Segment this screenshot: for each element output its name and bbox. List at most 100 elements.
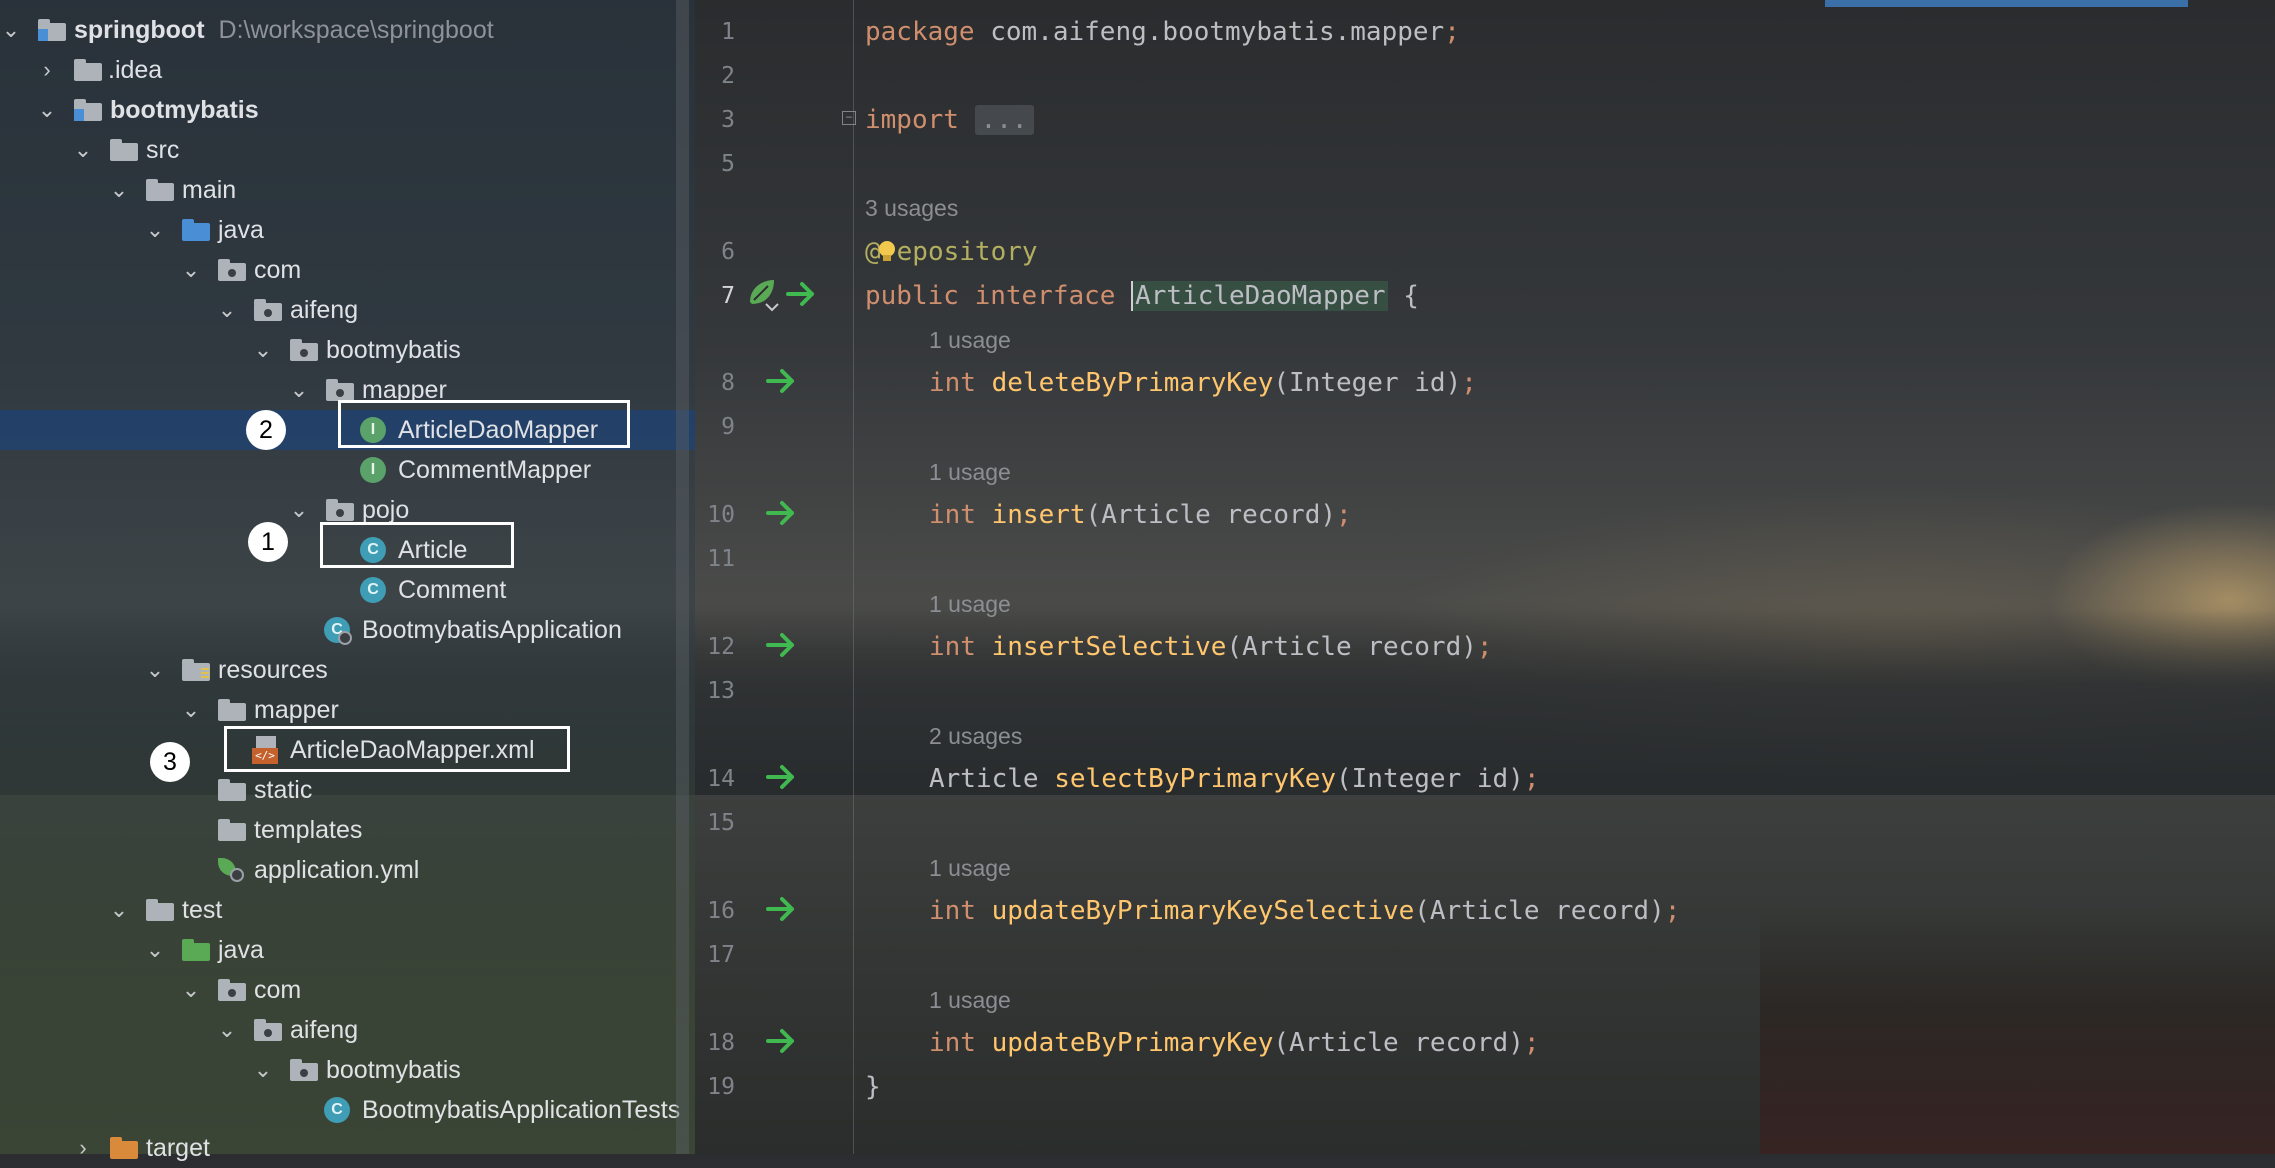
chevron-down-icon[interactable]: ⌄: [72, 130, 94, 170]
tree-row-test-com[interactable]: ⌄ com: [0, 970, 695, 1010]
sidebar-scrollbar[interactable]: [676, 0, 689, 1154]
usages-hint[interactable]: 2 usages: [929, 716, 1022, 756]
chevron-down-icon[interactable]: ⌄: [180, 690, 202, 730]
implemented-arrow-icon[interactable]: [762, 493, 802, 533]
spring-yml-icon: [216, 856, 246, 884]
usages-hint[interactable]: 3 usages: [865, 188, 958, 228]
tree-row-main[interactable]: ⌄ main: [0, 170, 695, 210]
tree-label-test-java: java: [218, 936, 264, 964]
tree-label-src: src: [146, 136, 180, 164]
package-icon: [290, 1059, 318, 1081]
usages-hint[interactable]: 1 usage: [929, 320, 1011, 360]
method-name: updateByPrimaryKey: [991, 1028, 1274, 1058]
tree-row-bootmybatis-package[interactable]: ⌄ bootmybatis: [0, 330, 695, 370]
folder-icon: [110, 139, 138, 161]
code-line-12[interactable]: int insertSelective(Article record);: [929, 625, 1493, 669]
close-brace: }: [865, 1072, 881, 1102]
tree-row-resources[interactable]: ⌄ resources: [0, 650, 695, 690]
keyword: import: [865, 105, 959, 135]
tree-label-test: test: [182, 896, 223, 924]
chevron-down-icon[interactable]: ⌄: [144, 650, 166, 690]
folded-imports[interactable]: ...: [974, 105, 1034, 135]
tree-row-static[interactable]: static: [0, 770, 695, 810]
tree-row-test[interactable]: ⌄ test: [0, 890, 695, 930]
chevron-down-icon[interactable]: ⌄: [36, 90, 58, 130]
fold-icon[interactable]: −: [842, 111, 856, 125]
tree-row-comment-mapper[interactable]: I CommentMapper: [0, 450, 695, 490]
chevron-down-icon[interactable]: ⌄: [108, 170, 130, 210]
chevron-down-icon[interactable]: ⌄: [288, 370, 310, 410]
implemented-arrow-icon[interactable]: [762, 1021, 802, 1061]
tree-row-templates[interactable]: templates: [0, 810, 695, 850]
chevron-down-icon[interactable]: ⌄: [108, 890, 130, 930]
code-line-14[interactable]: Article selectByPrimaryKey(Integer id);: [929, 757, 1540, 801]
chevron-down-icon[interactable]: ⌄: [0, 10, 22, 50]
method-args: (Article record): [1414, 896, 1665, 926]
tree-row-test-java[interactable]: ⌄ java: [0, 930, 695, 970]
tree-row-com[interactable]: ⌄ com: [0, 250, 695, 290]
line-number: 10: [707, 502, 735, 528]
usages-hint[interactable]: 1 usage: [929, 848, 1011, 888]
tree-row-src[interactable]: ⌄ src: [0, 130, 695, 170]
tree-label-test-bootmybatis: bootmybatis: [326, 1056, 461, 1084]
code-line-19[interactable]: }: [865, 1065, 881, 1109]
line-number: 12: [707, 634, 735, 660]
tree-row-test-bootmybatis[interactable]: ⌄ bootmybatis: [0, 1050, 695, 1090]
tree-row-idea[interactable]: › .idea: [0, 50, 695, 90]
method-args: (Article record): [1273, 1028, 1524, 1058]
chevron-right-icon[interactable]: ›: [36, 50, 58, 90]
tree-row-springboot[interactable]: ⌄ springboot D:\workspace\springboot: [0, 10, 695, 50]
tree-label-aifeng: aifeng: [290, 296, 359, 324]
chevron-down-icon[interactable]: ⌄: [144, 210, 166, 250]
marker-1: 1: [248, 522, 288, 562]
chevron-down-icon[interactable]: ⌄: [288, 490, 310, 530]
tree-row-aifeng[interactable]: ⌄ aifeng: [0, 290, 695, 330]
method-name: insertSelective: [991, 632, 1227, 662]
intention-bulb-icon[interactable]: [879, 241, 895, 261]
tree-label-application-yml: application.yml: [254, 856, 420, 884]
chevron-down-icon[interactable]: ⌄: [252, 1050, 274, 1090]
chevron-down-icon[interactable]: ⌄: [216, 1010, 238, 1050]
line-number: 15: [707, 810, 735, 836]
tree-label-test-class: BootmybatisApplicationTests: [362, 1096, 681, 1124]
tree-row-resources-mapper[interactable]: ⌄ mapper: [0, 690, 695, 730]
tree-label-app-class: BootmybatisApplication: [362, 616, 622, 644]
implemented-arrow-icon[interactable]: [782, 274, 822, 314]
usages-hint[interactable]: 1 usage: [929, 452, 1011, 492]
gutter-divider: [853, 0, 854, 1154]
code-line-3[interactable]: import ...: [865, 98, 1034, 142]
chevron-right-icon[interactable]: ›: [72, 1128, 94, 1168]
spring-bean-icon[interactable]: [744, 274, 784, 314]
tree-row-bootmybatis-application[interactable]: C BootmybatisApplication: [0, 610, 695, 650]
tree-row-application-tests[interactable]: C BootmybatisApplicationTests: [0, 1090, 695, 1130]
implemented-arrow-icon[interactable]: [762, 625, 802, 665]
interface-icon: I: [360, 457, 386, 483]
package-icon: [326, 499, 354, 521]
usages-hint[interactable]: 1 usage: [929, 584, 1011, 624]
code-line-16[interactable]: int updateByPrimaryKeySelective(Article …: [929, 889, 1680, 933]
chevron-down-icon[interactable]: ⌄: [216, 290, 238, 330]
tree-row-java[interactable]: ⌄ java: [0, 210, 695, 250]
tree-row-test-aifeng[interactable]: ⌄ aifeng: [0, 1010, 695, 1050]
implemented-arrow-icon[interactable]: [762, 889, 802, 929]
tree-row-application-yml[interactable]: application.yml: [0, 850, 695, 890]
chevron-down-icon[interactable]: ⌄: [252, 330, 274, 370]
tree-row-target[interactable]: › target: [0, 1128, 695, 1168]
chevron-down-icon[interactable]: ⌄: [144, 930, 166, 970]
code-line-8[interactable]: int deleteByPrimaryKey(Integer id);: [929, 361, 1477, 405]
code-line-10[interactable]: int insert(Article record);: [929, 493, 1352, 537]
tree-row-comment[interactable]: C Comment: [0, 570, 695, 610]
tree-row-bootmybatis-module[interactable]: ⌄ bootmybatis: [0, 90, 695, 130]
code-line-18[interactable]: int updateByPrimaryKey(Article record);: [929, 1021, 1540, 1065]
implemented-arrow-icon[interactable]: [762, 757, 802, 797]
code-line-7[interactable]: public interface ArticleDaoMapper {: [865, 274, 1419, 318]
implemented-arrow-icon[interactable]: [762, 361, 802, 401]
marker-3: 3: [150, 742, 190, 782]
spring-app-icon: C: [324, 617, 352, 645]
tree-label-test-com: com: [254, 976, 302, 1004]
chevron-down-icon[interactable]: ⌄: [180, 970, 202, 1010]
chevron-down-icon[interactable]: ⌄: [180, 250, 202, 290]
package-icon: [218, 259, 246, 281]
usages-hint[interactable]: 1 usage: [929, 980, 1011, 1020]
code-line-1[interactable]: package com.aifeng.bootmybatis.mapper;: [865, 10, 1460, 54]
